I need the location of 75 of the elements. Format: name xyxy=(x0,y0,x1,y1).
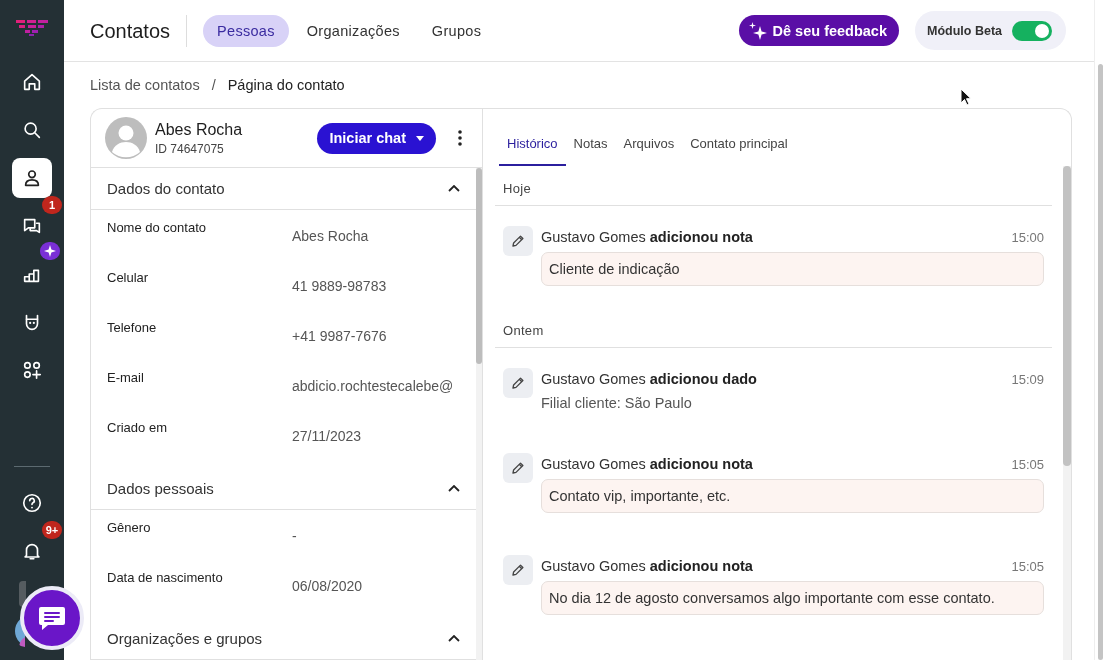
pencil-icon xyxy=(503,453,533,483)
field-label: Nome do contato xyxy=(107,219,207,237)
tab[interactable]: Arquivos xyxy=(615,136,683,166)
avatar-placeholder xyxy=(105,117,147,159)
contact-id: ID 74647075 xyxy=(155,141,225,156)
cursor-icon xyxy=(960,88,972,106)
breadcrumb-item: Página do contato xyxy=(227,77,345,93)
section-header[interactable]: Dados pessoais xyxy=(91,468,476,510)
contact-name: Abes Rocha xyxy=(155,120,244,139)
section-title: Dados pessoais xyxy=(107,480,214,497)
section-title: Dados do contato xyxy=(107,180,225,197)
event-text: Gustavo Gomes adicionou nota xyxy=(541,228,753,245)
sparkle-badge xyxy=(40,242,60,260)
chevron-icon[interactable] xyxy=(448,635,460,642)
tab[interactable]: Pessoas xyxy=(203,14,289,47)
tab[interactable]: Organizações xyxy=(292,14,414,47)
tab[interactable]: Grupos xyxy=(417,14,496,47)
field-label: Celular xyxy=(107,269,150,287)
section-header[interactable]: Dados do contato xyxy=(91,168,476,210)
pencil-icon xyxy=(503,555,533,585)
event-text: Gustavo Gomes adicionou nota xyxy=(541,455,753,472)
section-title: Organizações e grupos xyxy=(107,630,263,647)
field-value: abdicio.rochtestecalebe@ xyxy=(292,377,454,396)
section-header[interactable]: Organizações e grupos xyxy=(91,618,476,660)
feedback-button[interactable]: Dê seu feedback xyxy=(738,15,899,46)
field-value: 06/08/2020 xyxy=(292,577,363,596)
field-value: - xyxy=(292,527,297,546)
field-value: +41 9987-7676 xyxy=(292,327,387,346)
tab[interactable]: Notas xyxy=(565,136,616,166)
tab[interactable]: Histórico xyxy=(499,136,566,166)
more-icon[interactable] xyxy=(458,130,462,146)
date-heading: Hoje xyxy=(495,166,1052,206)
scrollbar[interactable] xyxy=(476,168,482,660)
field-label: Gênero xyxy=(107,519,152,537)
event-text: Gustavo Gomes adicionou dado xyxy=(541,370,757,387)
sidebar-item[interactable] xyxy=(12,158,52,198)
event-time: 15:00 xyxy=(1011,230,1044,245)
chat-icon xyxy=(38,605,66,631)
help-icon xyxy=(21,492,43,514)
field-label: Data de nascimento xyxy=(107,569,224,587)
field-label: E-mail xyxy=(107,369,145,387)
event-text: Gustavo Gomes adicionou nota xyxy=(541,557,753,574)
count-badge: 1 xyxy=(42,196,62,214)
field-label: Telefone xyxy=(107,319,158,337)
scrollbar[interactable] xyxy=(1063,166,1071,660)
count-badge: 9+ xyxy=(42,521,62,539)
logo-icon xyxy=(16,20,48,36)
caret-icon xyxy=(416,135,424,141)
note-text: No dia 12 de agosto conversamos algo importante com esse contato. xyxy=(541,581,1044,615)
breadcrumb-separator: / xyxy=(211,77,216,93)
field-value: Abes Rocha xyxy=(292,227,369,246)
tab[interactable]: Contato principal xyxy=(682,136,796,166)
pencil-icon xyxy=(503,368,533,398)
event-time: 15:05 xyxy=(1011,457,1044,472)
pencil-icon xyxy=(503,226,533,256)
sparkle-icon xyxy=(748,21,767,40)
toggle-switch[interactable] xyxy=(1012,20,1052,41)
note-text: Contato vip, importante, etc. xyxy=(541,479,1044,513)
search-icon xyxy=(21,119,43,141)
event-time: 15:09 xyxy=(1011,372,1044,387)
chevron-icon[interactable] xyxy=(448,485,460,492)
field-value: 41 9889-98783 xyxy=(292,277,387,296)
data-change-text: Filial cliente: São Paulo xyxy=(541,395,693,411)
breadcrumb-item[interactable]: Lista de contatos xyxy=(90,77,200,93)
page-title: Contatos xyxy=(90,14,188,47)
start-chat-button[interactable]: Iniciar chat xyxy=(317,122,436,154)
note-text: Cliente de indicação xyxy=(541,252,1044,286)
field-label: Criado em xyxy=(107,419,168,437)
event-time: 15:05 xyxy=(1011,559,1044,574)
chevron-icon[interactable] xyxy=(448,185,460,192)
apps-icon xyxy=(21,359,43,381)
date-heading: Ontem xyxy=(495,308,1052,348)
home-icon xyxy=(21,71,43,93)
field-value: 27/11/2023 xyxy=(292,427,362,446)
beta-label: Módulo Beta xyxy=(927,23,1002,38)
